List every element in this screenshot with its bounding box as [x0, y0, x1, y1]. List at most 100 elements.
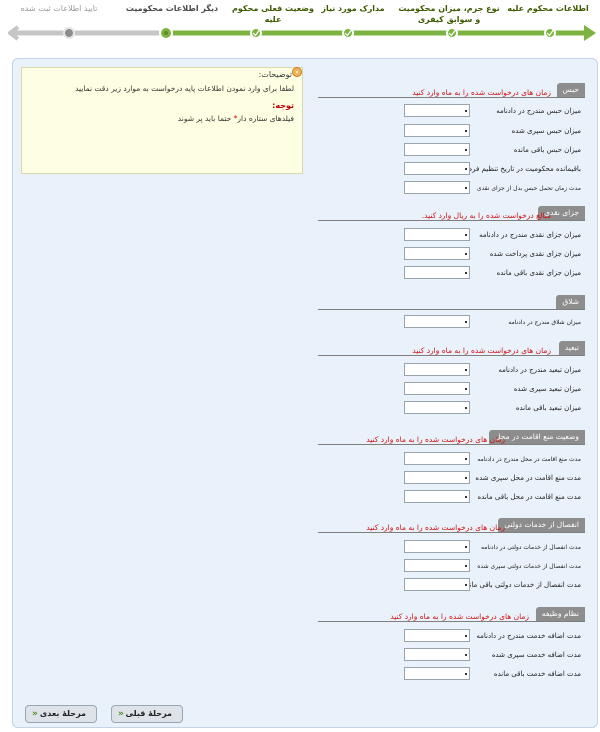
info-gear-icon: [292, 67, 302, 77]
section-tab: تبعید: [558, 341, 585, 355]
step-node-5[interactable]: [159, 26, 173, 40]
step-node-3[interactable]: [342, 27, 354, 39]
step-node-6[interactable]: [63, 27, 75, 39]
months-select[interactable]: [404, 181, 470, 194]
field-label: میزان حبس سپری شده: [511, 127, 581, 135]
notes-text: لطفا برای وارد نمودن اطلاعات پایه درخواس…: [75, 84, 294, 93]
section-divider: [318, 444, 585, 445]
step-label-5[interactable]: دیگر اطلاعات محکومیت: [122, 3, 222, 15]
section-fine: جزای نقدی مبالغ درخواست شده را به ریال و…: [318, 206, 585, 286]
notes-title: توضیحات:: [258, 70, 292, 79]
section-residence-ban: وضعیت منع اقامت در محل زمان های درخواست …: [318, 430, 585, 510]
field-label: مدت اضافه خدمت باقی مانده: [493, 670, 581, 678]
section-divider: [318, 309, 585, 310]
form-field-row: مدت زمان تحمل حبس بدل از جزای نقدی: [318, 181, 585, 195]
amount-select[interactable]: [404, 266, 470, 279]
form-field-row: مدت اضافه خدمت باقی مانده: [318, 667, 585, 681]
form-field-row: میزان تبعید مندرج در دادنامه: [318, 363, 585, 377]
field-label: میزان شلاق مندرج در دادنامه: [508, 319, 581, 326]
dropdown-icon: [465, 369, 467, 371]
double-arrow-icon: «: [32, 709, 38, 719]
months-select[interactable]: [404, 540, 470, 553]
field-label: میزان تبعید باقی مانده: [515, 404, 581, 412]
step-label-3[interactable]: مدارک مورد نیاز: [318, 3, 388, 15]
lashes-select[interactable]: [404, 315, 470, 328]
section-dismissal: انفصال از خدمات دولتی زمان های درخواست ش…: [318, 518, 585, 598]
months-select[interactable]: [404, 143, 470, 156]
section-hint: زمان های درخواست شده را به ماه وارد کنید: [412, 346, 551, 355]
step-label-1[interactable]: اطلاعات محکوم علیه: [498, 3, 598, 15]
form-field-row: مدت اضافه خدمت مندرج در دادنامه: [318, 629, 585, 643]
next-step-label: مرحلهٔ بعدی: [39, 709, 86, 718]
step-label-2[interactable]: نوع جرم، میزان محکومیت و سوابق کیفری: [398, 3, 500, 25]
dropdown-icon: [465, 149, 467, 151]
form-field-row: میزان جزای نقدی مندرج در دادنامه: [318, 228, 585, 242]
months-select[interactable]: [404, 667, 470, 680]
step-node-2[interactable]: [446, 27, 458, 39]
field-label: مدت انفصال از خدمات دولتی سپری شده: [477, 563, 581, 570]
previous-step-button[interactable]: « مرحلهٔ قبلی: [111, 705, 183, 723]
months-select[interactable]: [404, 629, 470, 642]
months-select[interactable]: [404, 401, 470, 414]
notes-box: توضیحات: لطفا برای وارد نمودن اطلاعات پا…: [21, 67, 303, 174]
field-label: باقیمانده محکومیت در تاریخ تنظیم فرم: [467, 165, 581, 173]
months-select[interactable]: [404, 490, 470, 503]
section-divider: [318, 532, 585, 533]
field-label: میزان جزای نقدی مندرج در دادنامه: [479, 231, 581, 239]
field-label: میزان حبس باقی مانده: [513, 146, 581, 154]
notes-required-text: فیلدهای ستاره دار* حتما باید پر شوند: [178, 114, 294, 123]
field-label: مدت انفصال از خدمات دولتی در دادنامه: [480, 544, 581, 551]
step-node-4[interactable]: [250, 27, 262, 39]
field-label: مدت منع اقامت در محل باقی مانده: [477, 493, 582, 501]
months-select[interactable]: [404, 578, 470, 591]
section-military-service: نظام وظیفه زمان های درخواست شده را به ما…: [318, 607, 585, 687]
section-hint: زمان های درخواست شده را به ماه وارد کنید: [390, 612, 529, 621]
form-field-row: مدت انفصال از خدمات دولتی در دادنامه: [318, 540, 585, 554]
form-field-row: میزان تبعید سپری شده: [318, 382, 585, 396]
months-select[interactable]: [404, 648, 470, 661]
dropdown-icon: [465, 546, 467, 548]
months-select[interactable]: [404, 124, 470, 137]
months-select[interactable]: [404, 363, 470, 376]
field-label: میزان تبعید سپری شده: [513, 385, 581, 393]
form-field-row: مدت اضافه خدمت سپری شده: [318, 648, 585, 662]
step-label-4[interactable]: وضعیت فعلی محکوم علیه: [228, 3, 318, 25]
dropdown-icon: [465, 635, 467, 637]
months-select[interactable]: [404, 162, 470, 175]
section-divider: [318, 220, 585, 221]
section-tab: نظام وظیفه: [535, 607, 585, 621]
months-select[interactable]: [404, 382, 470, 395]
field-label: مدت منع اقامت در محل مندرج در دادنامه: [477, 456, 581, 463]
form-field-row: میزان حبس سپری شده: [318, 124, 585, 138]
form-field-row: میزان جزای نقدی باقی مانده: [318, 266, 585, 280]
months-select[interactable]: [404, 471, 470, 484]
form-field-row: میزان تبعید باقی مانده: [318, 401, 585, 415]
field-label: مدت انفصال از خدمات دولتی باقی مانده: [462, 581, 581, 589]
wizard-progress: اطلاعات محکوم علیه نوع جرم، میزان محکومی…: [0, 0, 600, 58]
dropdown-icon: [465, 253, 467, 255]
step-label-6[interactable]: تایید اطلاعات ثبت شده: [0, 3, 118, 15]
double-arrow-icon: «: [118, 709, 124, 719]
section-tab: حبس: [556, 83, 585, 97]
section-divider: [318, 97, 585, 98]
field-label: میزان جزای نقدی پرداخت شده: [489, 250, 581, 258]
form-panel: توضیحات: لطفا برای وارد نمودن اطلاعات پا…: [12, 58, 598, 728]
form-field-row: میزان شلاق مندرج در دادنامه: [318, 315, 585, 329]
dropdown-icon: [465, 584, 467, 586]
amount-select[interactable]: [404, 228, 470, 241]
wizard-track-end-arrow: [584, 25, 596, 41]
months-select[interactable]: [404, 559, 470, 572]
form-field-row: میزان حبس باقی مانده: [318, 143, 585, 157]
months-select[interactable]: [404, 104, 470, 117]
form-field-row: میزان جزای نقدی پرداخت شده: [318, 247, 585, 261]
dropdown-icon: [465, 130, 467, 132]
form-field-row: مدت منع اقامت در محل مندرج در دادنامه: [318, 452, 585, 466]
amount-select[interactable]: [404, 247, 470, 260]
field-label: میزان تبعید مندرج در دادنامه: [498, 366, 581, 374]
step-node-1[interactable]: [544, 27, 556, 39]
months-select[interactable]: [404, 452, 470, 465]
dropdown-icon: [465, 168, 467, 170]
section-hint: مبالغ درخواست شده را به ریال وارد کنید.: [421, 211, 551, 220]
field-label: مدت اضافه خدمت مندرج در دادنامه: [476, 632, 581, 640]
next-step-button[interactable]: « مرحلهٔ بعدی: [25, 705, 97, 723]
